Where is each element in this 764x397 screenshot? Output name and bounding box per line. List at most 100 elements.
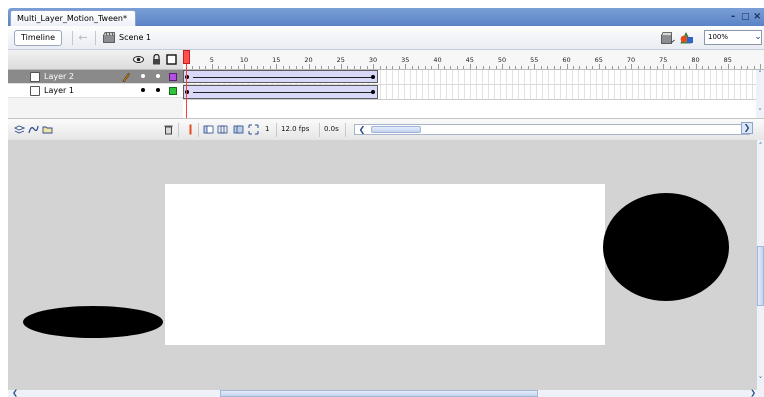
layer-icon <box>30 72 40 82</box>
close-button[interactable]: × <box>753 10 761 24</box>
ruler-label: 25 <box>336 56 345 64</box>
scroll-right-icon[interactable]: ❯ <box>748 389 758 397</box>
black-ellipse-shape[interactable] <box>23 306 163 338</box>
ruler-label: 85 <box>723 56 732 64</box>
ruler-label: 20 <box>304 56 313 64</box>
scroll-thumb[interactable] <box>220 390 538 397</box>
modify-onion-markers-icon[interactable] <box>248 124 259 135</box>
ruler-tick <box>444 66 445 69</box>
ruler-tick <box>218 66 220 69</box>
frame-ruler[interactable]: 1510152025303540455055606570758085 <box>183 50 764 70</box>
lock-dot[interactable] <box>156 88 160 92</box>
layer-name[interactable]: Layer 2 <box>44 71 74 83</box>
visibility-dot[interactable] <box>141 74 145 78</box>
add-motion-guide-icon[interactable] <box>28 124 39 135</box>
onion-skin-outlines-icon[interactable] <box>217 124 228 135</box>
ruler-tick <box>289 66 291 69</box>
end-keyframe[interactable] <box>371 90 375 94</box>
ruler-tick <box>527 66 529 69</box>
ruler-tick <box>237 66 239 69</box>
ruler-tick <box>689 66 691 69</box>
frame-rate[interactable]: 12.0 fps <box>281 124 309 135</box>
ruler-label: 5 <box>209 56 214 64</box>
ruler-tick <box>547 66 549 69</box>
onion-skin-icon[interactable] <box>203 124 214 135</box>
ruler-tick <box>682 66 684 69</box>
document-tab[interactable]: Multi_Layer_Motion_Tween* <box>10 10 136 26</box>
stage-horizontal-scrollbar[interactable]: ❮ ❯ <box>8 389 764 397</box>
chevron-down-icon[interactable]: ⌄ <box>752 31 764 44</box>
scroll-thumb[interactable] <box>371 126 421 133</box>
ruler-tick <box>734 66 736 69</box>
center-frame-icon[interactable] <box>185 124 196 135</box>
scroll-thumb[interactable] <box>757 246 764 306</box>
scene-label[interactable]: Scene 1 <box>119 32 151 44</box>
edit-symbols-icon[interactable] <box>679 31 695 45</box>
black-circle-shape[interactable] <box>603 193 729 301</box>
tween-arrow <box>193 77 373 78</box>
ruler-tick <box>708 66 710 69</box>
scroll-left-icon[interactable]: ❮ <box>10 389 20 397</box>
stage-vertical-scrollbar[interactable]: ˄ ˅ <box>757 140 764 390</box>
scroll-left-icon[interactable]: ❮ <box>356 125 368 134</box>
playhead[interactable] <box>183 50 190 64</box>
timeline-vertical-scrollbar[interactable]: ˄ ˅ <box>756 70 764 118</box>
layer-row-2[interactable]: Layer 2 <box>8 70 183 84</box>
back-arrow-icon[interactable]: ← <box>76 30 90 46</box>
restore-button[interactable]: □ <box>741 10 750 24</box>
stage-canvas[interactable] <box>165 184 605 345</box>
scroll-down-icon[interactable]: ˅ <box>756 108 764 116</box>
ruler-tick <box>760 64 762 69</box>
minimize-button[interactable]: - <box>731 10 735 24</box>
stage-pasteboard[interactable] <box>8 140 757 390</box>
ruler-tick <box>456 66 458 69</box>
ruler-tick <box>282 66 284 69</box>
scroll-up-icon[interactable]: ˄ <box>756 70 764 78</box>
outline-icon[interactable] <box>166 54 177 65</box>
ruler-tick <box>373 64 375 69</box>
scroll-right-icon[interactable]: ❯ <box>741 122 753 134</box>
document-tab-bar: Multi_Layer_Motion_Tween* - □ × <box>8 8 764 26</box>
insert-layer-icon[interactable] <box>14 124 25 135</box>
current-frame: 1 <box>265 125 270 133</box>
ruler-tick <box>276 64 278 69</box>
outline-color-swatch[interactable] <box>169 87 177 95</box>
ruler-tick <box>315 66 316 69</box>
divider <box>72 31 73 45</box>
edit-scene-icon[interactable] <box>661 31 675 44</box>
ruler-tick <box>534 64 536 69</box>
scroll-down-icon[interactable]: ˅ <box>757 376 764 384</box>
ruler-tick <box>295 66 297 69</box>
ruler-tick <box>263 66 265 69</box>
end-keyframe[interactable] <box>371 75 375 79</box>
divider <box>178 123 179 137</box>
ruler-tick <box>592 66 594 69</box>
scroll-up-icon[interactable]: ˄ <box>757 142 764 150</box>
zoom-select[interactable]: 100% ⌄ <box>704 30 762 45</box>
ruler-tick <box>489 66 491 69</box>
ruler-label: 80 <box>691 56 700 64</box>
timeline-toggle-button[interactable]: Timeline <box>14 30 63 46</box>
eye-icon[interactable] <box>133 54 144 65</box>
ruler-tick <box>379 66 381 69</box>
layer-row-1[interactable]: Layer 1 <box>8 84 183 98</box>
ruler-tick <box>643 66 645 69</box>
ruler-tick <box>321 66 323 69</box>
ruler-label: 10 <box>239 56 249 64</box>
ruler-tick <box>585 66 587 69</box>
ruler-tick <box>727 64 729 69</box>
visibility-dot[interactable] <box>141 88 145 92</box>
ruler-label: 70 <box>626 56 636 64</box>
trash-icon[interactable] <box>163 124 174 135</box>
outline-color-swatch[interactable] <box>169 73 177 81</box>
ruler-tick <box>205 66 207 69</box>
ruler-tick <box>502 64 504 69</box>
ruler-tick <box>637 66 639 69</box>
lock-dot[interactable] <box>156 74 160 78</box>
layer-name[interactable]: Layer 1 <box>44 85 74 97</box>
edit-multiple-frames-icon[interactable] <box>233 124 244 135</box>
lock-icon[interactable] <box>151 54 162 65</box>
insert-folder-icon[interactable] <box>42 124 53 135</box>
ruler-tick <box>721 66 723 69</box>
timeline-horizontal-scrollbar[interactable]: ❮ <box>354 124 750 135</box>
